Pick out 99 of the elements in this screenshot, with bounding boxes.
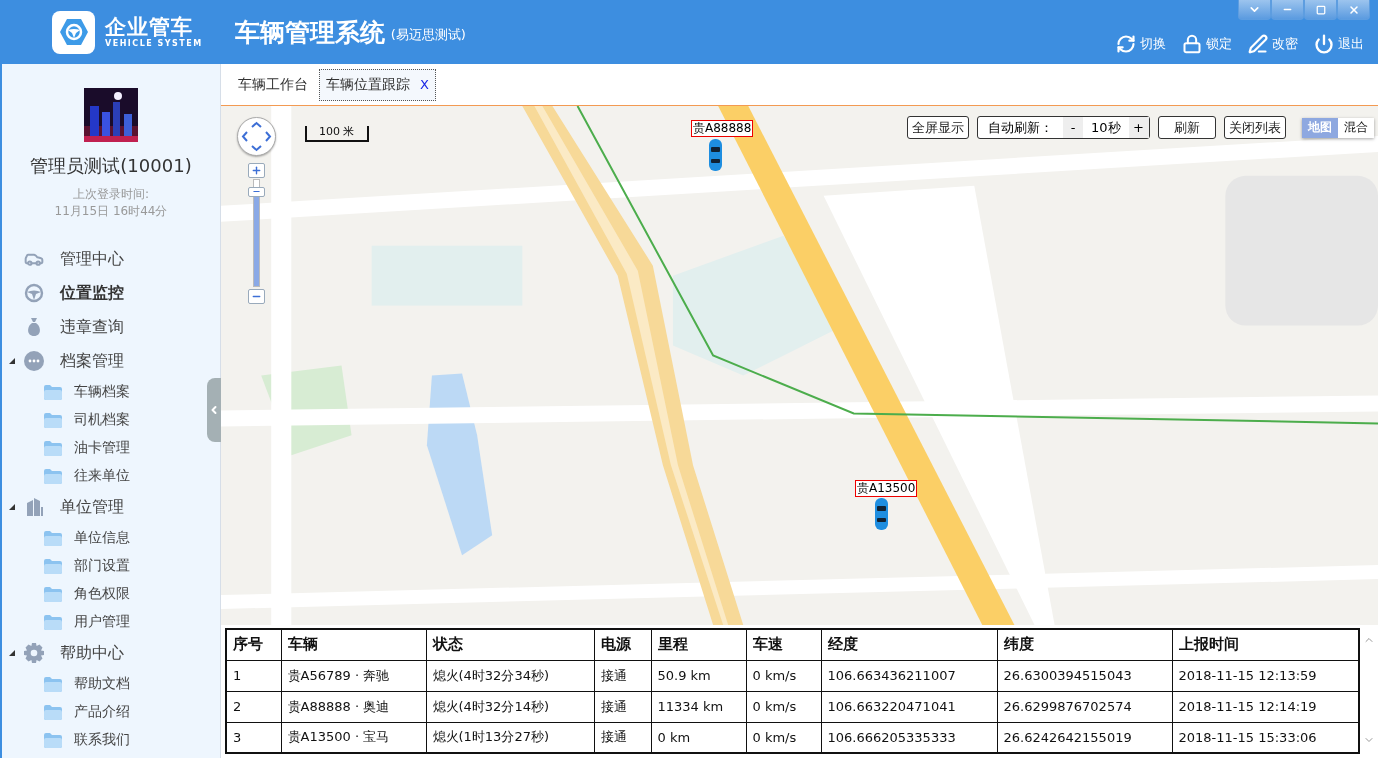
fullscreen-button[interactable]: 全屏显示 [907,116,969,139]
column-header: 车速 [746,629,821,660]
folder-icon [44,676,62,692]
tab-close[interactable]: X [420,77,429,92]
logo-title: 企业管车 [105,15,194,39]
caret-icon[interactable] [8,503,16,511]
auto-refresh-label: 自动刷新： [988,118,1053,137]
table-cell: 熄火(4时32分14秒) [426,691,594,722]
table-cell: 接通 [594,691,651,722]
logo-subtitle: VEHICLE SYSTEM [105,39,203,49]
collapse-handle[interactable] [207,378,221,442]
decrease-button[interactable]: - [1063,117,1083,138]
nav-subitem[interactable]: 部门设置 [2,552,204,580]
column-header: 里程 [651,629,746,660]
column-header: 纬度 [997,629,1172,660]
nav-item[interactable]: 帮助中心 [2,636,204,670]
nav-subitem[interactable]: 角色权限 [2,580,204,608]
more-icon [24,351,44,371]
table-cell: 熄火(4时32分34秒) [426,660,594,691]
nav-subitem[interactable]: 用户管理 [2,608,204,636]
zoom-in-button[interactable] [248,163,265,178]
caret-icon[interactable] [8,357,16,365]
nav-item[interactable]: 违章查询 [2,310,204,344]
last-login-time: 11月15日 16时44分 [54,203,168,220]
maximize-icon [1315,4,1326,15]
app-subtitle: (易迈思测试) [390,26,466,44]
table-cell: 106.663436211007 [821,660,997,691]
table-cell: 106.663220471041 [821,691,997,722]
gear-icon [24,643,44,663]
table-cell: 0 km/s [746,660,821,691]
table-cell: 50.9 km [651,660,746,691]
folder-icon [44,412,62,428]
nav-subitem[interactable]: 帮助文档 [2,670,204,698]
nav-subitem[interactable]: 产品介绍 [2,698,204,726]
table-cell: 11334 km [651,691,746,722]
folder-icon [44,732,62,748]
car-marker-icon[interactable] [875,498,888,530]
money-bag-icon [25,317,43,337]
increase-button[interactable]: + [1128,117,1149,138]
refresh-interval: 10秒 [1090,118,1122,137]
nav-subitem[interactable]: 单位信息 [2,524,204,552]
zoom-thumb[interactable] [248,186,265,197]
close-icon [1347,3,1360,16]
folder-icon [44,440,62,456]
zoom-out-button[interactable] [248,289,265,304]
logo-icon [52,10,95,54]
caret-icon[interactable] [8,649,16,657]
nav-item[interactable]: 档案管理 [2,344,204,378]
nav-item[interactable]: 管理中心 [2,242,204,276]
last-login-label: 上次登录时间: [72,186,149,203]
close-list-button[interactable]: 关闭列表 [1223,116,1286,139]
nav-subitem[interactable]: 往来单位 [2,462,204,490]
folder-icon [44,384,62,400]
nav-subitem[interactable]: 联系我们 [2,726,204,754]
table-cell: 0 km/s [746,691,821,722]
column-header: 状态 [426,629,594,660]
app-title: 车辆管理系统 [234,16,385,49]
car-marker-icon[interactable] [709,139,722,171]
scale-bar: 100 米 [305,126,369,142]
plus-icon [251,165,262,176]
zoom-slider[interactable] [248,179,265,287]
column-header: 车辆 [281,629,426,660]
steering-wheel-icon [24,283,44,303]
table-cell: 接通 [594,660,651,691]
nav-subitem[interactable]: 司机档案 [2,406,204,434]
table-cell: 贵A88888 · 奥迪 [281,691,426,722]
folder-icon [44,558,62,574]
folder-icon [44,586,62,602]
tab[interactable]: 车辆工作台 [231,68,315,101]
user-name: 管理员测试(10001) [30,154,192,178]
column-header: 经度 [821,629,997,660]
tab-label: 车辆工作台 [238,75,308,94]
table-cell: 贵A56789 · 奔驰 [281,660,426,691]
refresh-icon [1116,34,1136,54]
folder-icon [44,614,62,630]
folder-icon [44,468,62,484]
vehicle-plate-label: 贵A13500 [855,480,918,497]
tab[interactable]: 车辆位置跟踪 X [319,68,436,101]
folder-icon [44,530,62,546]
column-header: 电源 [594,629,651,660]
menu-button[interactable] [1238,0,1271,20]
maximize-button[interactable] [1304,0,1337,20]
table-cell: 1 [226,660,281,691]
refresh-button[interactable]: 刷新 [1157,116,1216,139]
nav-item[interactable]: 单位管理 [2,490,204,524]
nav-subitem[interactable]: 油卡管理 [2,434,204,462]
vehicle-plate-label: 贵A88888 [691,120,754,137]
table-cell: 2 [226,691,281,722]
pen-icon [1248,34,1268,54]
table-cell: 26.6299876702574 [997,691,1172,722]
column-header: 序号 [226,629,281,660]
lock-icon [1182,34,1202,54]
nav-item[interactable]: 位置监控 [2,276,204,310]
power-icon [1314,34,1334,54]
folder-icon [44,704,62,720]
nav-subitem[interactable]: 车辆档案 [2,378,204,406]
table-cell: 26.6300394515043 [997,660,1172,691]
building-icon [25,497,43,517]
tab-label: 车辆位置跟踪 [326,75,410,94]
